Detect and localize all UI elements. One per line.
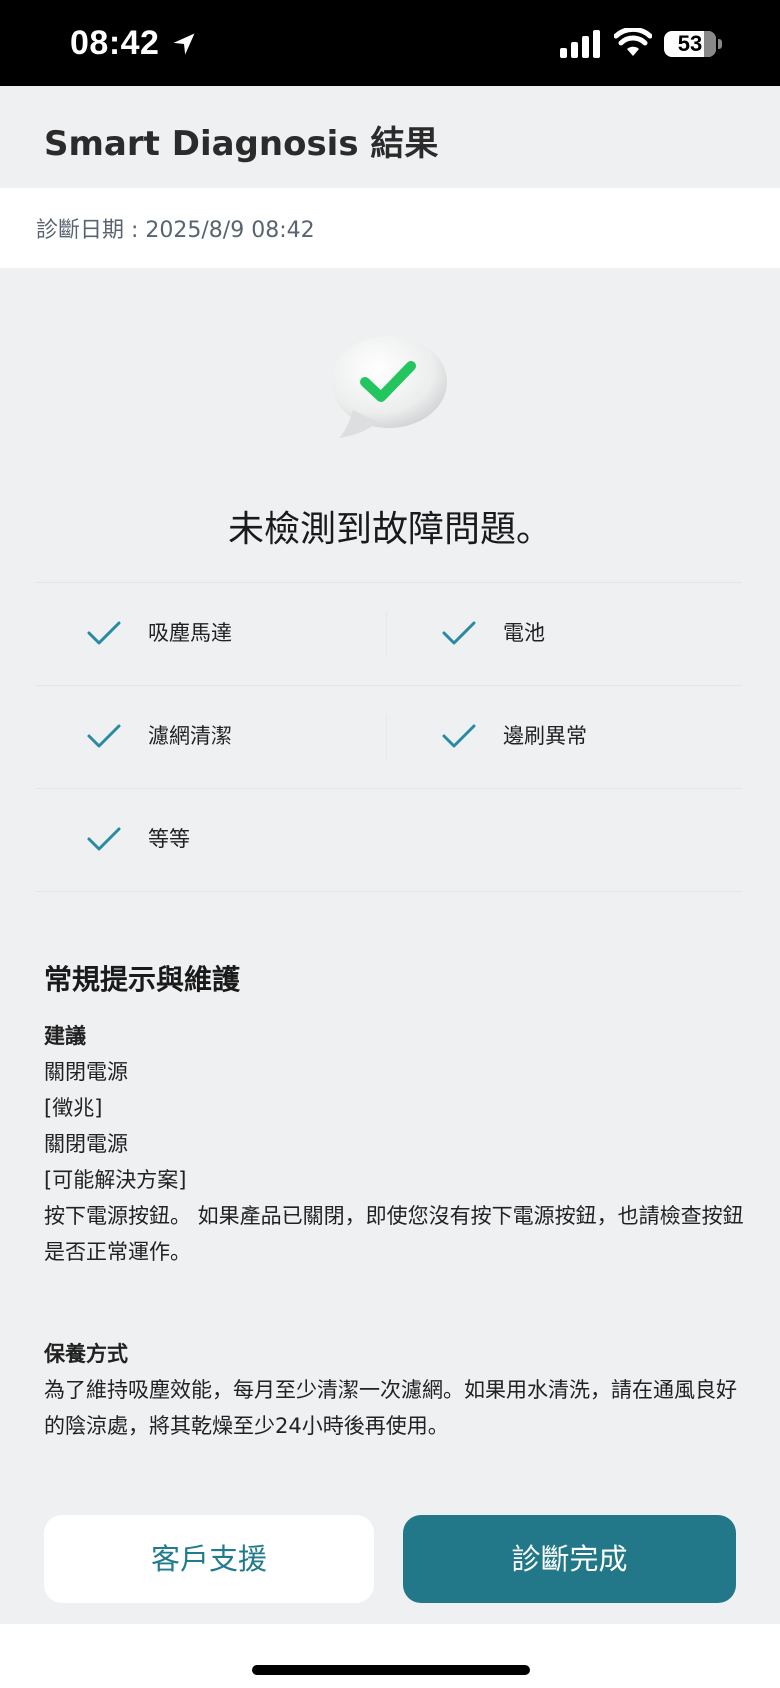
checkmark-icon [87, 827, 121, 851]
page-header: Smart Diagnosis 結果 [0, 86, 780, 188]
advice-section: 建議 關閉電源 [徵兆] 關閉電源 [可能解決方案] 按下電源按鈕。 如果產品已… [44, 1018, 744, 1270]
wifi-icon [614, 28, 652, 56]
checkmark-icon [87, 724, 121, 748]
checklist-row: 吸塵馬達 電池 [36, 582, 742, 685]
checkmark-icon [442, 621, 476, 645]
checkmark-icon [87, 621, 121, 645]
checklist-label: 等等 [148, 827, 190, 851]
diagnosis-date-row: 診斷日期 : 2025/8/9 08:42 [0, 188, 780, 268]
advice-line: 關閉電源 [44, 1132, 128, 1156]
footer-bar [0, 1624, 780, 1688]
checklist-item: 等等 [36, 789, 381, 891]
checklist-item: 吸塵馬達 [36, 583, 381, 685]
advice-line: [徵兆] [44, 1096, 103, 1120]
diagnosis-date: 診斷日期 : 2025/8/9 08:42 [36, 218, 315, 243]
checklist-item: 電池 [391, 583, 736, 685]
checklist-label: 邊刷異常 [503, 724, 587, 748]
advice-line: 關閉電源 [44, 1060, 128, 1084]
advice-line: 按下電源按鈕。 如果產品已關閉，即使您沒有按下電源按鈕，也請檢查按鈕是否正常運作… [44, 1204, 744, 1264]
diagnosis-checklist: 吸塵馬達 電池 濾網清潔 邊刷異常 等等 [36, 582, 742, 892]
checklist-row: 等等 [36, 788, 742, 892]
tips-heading: 常規提示與維護 [44, 963, 241, 996]
advice-line: [可能解決方案] [44, 1168, 187, 1192]
checklist-row: 濾網清潔 邊刷異常 [36, 685, 742, 788]
maintenance-text: 為了維持吸塵效能，每月至少清潔一次濾網。如果用水清洗，請在通風良好的陰涼處，將其… [44, 1378, 737, 1438]
checkmark-icon [442, 724, 476, 748]
customer-support-button[interactable]: 客戶支援 [44, 1515, 374, 1603]
check-bubble-icon [331, 336, 447, 438]
checklist-label: 濾網清潔 [148, 724, 232, 748]
battery-level: 53 [677, 31, 703, 56]
checklist-label: 電池 [503, 621, 545, 645]
maintenance-section: 保養方式 為了維持吸塵效能，每月至少清潔一次濾網。如果用水清洗，請在通風良好的陰… [44, 1336, 744, 1444]
advice-title: 建議 [44, 1024, 86, 1048]
checklist-item: 邊刷異常 [391, 686, 736, 788]
location-arrow-icon [173, 33, 195, 55]
checklist-item: 濾網清潔 [36, 686, 381, 788]
cellular-signal-icon [560, 30, 600, 58]
diagnosis-done-button[interactable]: 診斷完成 [403, 1515, 736, 1603]
home-indicator[interactable] [252, 1665, 530, 1675]
maintenance-title: 保養方式 [44, 1342, 128, 1366]
status-bar: 08:42 53 [0, 0, 780, 86]
checklist-label: 吸塵馬達 [148, 621, 232, 645]
page-title: Smart Diagnosis 結果 [44, 124, 439, 164]
battery-icon: 53 [664, 31, 716, 57]
result-title: 未檢測到故障問題。 [227, 509, 552, 550]
status-time: 08:42 [70, 24, 160, 62]
